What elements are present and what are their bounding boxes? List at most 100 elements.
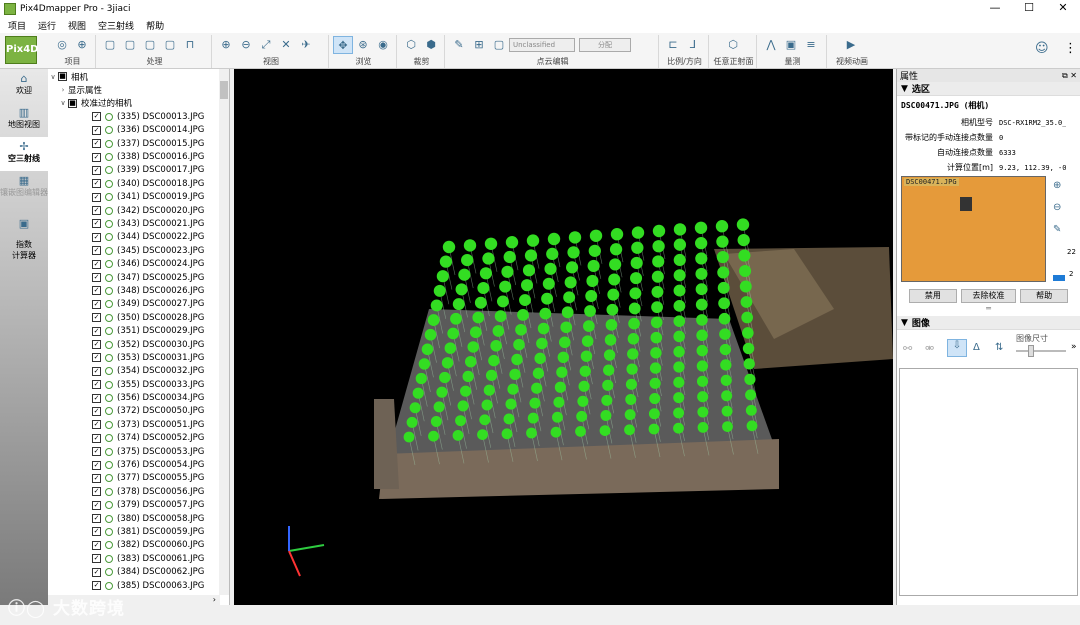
camera-sphere[interactable] — [452, 298, 465, 311]
checkbox-checked[interactable]: ✓ — [92, 273, 101, 283]
camera-sphere[interactable] — [433, 401, 445, 413]
camera-sphere[interactable] — [537, 322, 550, 335]
tree-camera-item[interactable]: ✓ (345) DSC00023.JPG — [48, 244, 229, 257]
image-size-slider-thumb[interactable] — [1028, 345, 1034, 357]
tree-camera-item[interactable]: ✓ (342) DSC00020.JPG — [48, 204, 229, 217]
checkbox-checked[interactable]: ✓ — [92, 487, 101, 497]
camera-sphere[interactable] — [721, 390, 733, 402]
camera-sphere[interactable] — [513, 338, 525, 351]
tree-camera-item[interactable]: ✓ (337) DSC00015.JPG — [48, 137, 229, 150]
camera-sphere[interactable] — [455, 283, 468, 296]
camera-sphere[interactable] — [587, 259, 600, 272]
camera-sphere[interactable] — [536, 337, 548, 350]
camera-sphere[interactable] — [583, 320, 595, 332]
camera-sphere[interactable] — [452, 430, 464, 441]
camera-sphere[interactable] — [412, 387, 424, 399]
camera-sphere[interactable] — [494, 310, 507, 323]
checkbox-checked[interactable]: ✓ — [92, 527, 101, 537]
selection-section-header[interactable]: ▼ 选区 — [897, 82, 1080, 96]
camera-sphere[interactable] — [673, 238, 687, 251]
camera-sphere[interactable] — [576, 410, 588, 422]
more-arrow-icon[interactable]: » — [1071, 342, 1077, 352]
checkbox-checked[interactable]: ✓ — [92, 299, 101, 309]
volume-icon[interactable]: ≡ — [801, 36, 821, 54]
tree-camera-item[interactable]: ✓ (348) DSC00026.JPG — [48, 284, 229, 297]
camera-sphere[interactable] — [718, 297, 731, 310]
camera-sphere[interactable] — [584, 305, 596, 317]
rayview-3d-viewport[interactable] — [234, 69, 893, 605]
assign-button[interactable]: 分配 — [579, 38, 631, 52]
camera-sphere[interactable] — [627, 333, 640, 345]
camera-sphere[interactable] — [625, 393, 637, 405]
camera-sphere[interactable] — [673, 284, 686, 297]
camera-sphere[interactable] — [560, 321, 573, 334]
tree-camera-item[interactable]: ✓ (353) DSC00031.JPG — [48, 351, 229, 364]
camera-sphere[interactable] — [631, 226, 645, 239]
camera-sphere[interactable] — [450, 312, 462, 325]
fit-selection-icon[interactable]: ✕ — [276, 36, 296, 54]
camera-sphere[interactable] — [509, 368, 521, 380]
camera-sphere[interactable] — [568, 231, 582, 244]
camera-sphere[interactable] — [499, 280, 512, 293]
checkbox-checked[interactable]: ✓ — [92, 340, 101, 349]
collapse-triangle-icon[interactable]: ▼ — [901, 84, 908, 94]
camera-sphere[interactable] — [524, 249, 538, 262]
checkbox-checked[interactable]: ✓ — [92, 567, 101, 577]
camera-sphere[interactable] — [566, 261, 579, 274]
camera-sphere[interactable] — [567, 246, 580, 259]
tree-camera-item[interactable]: ✓ (372) DSC00050.JPG — [48, 405, 229, 418]
camera-sphere[interactable] — [738, 249, 751, 262]
tree-camera-item[interactable]: ✓ (354) DSC00032.JPG — [48, 365, 229, 378]
camera-sphere[interactable] — [697, 422, 709, 433]
tree-camera-item[interactable]: ✓ (355) DSC00033.JPG — [48, 378, 229, 391]
camera-sphere[interactable] — [626, 363, 638, 375]
camera-sphere[interactable] — [501, 428, 513, 440]
camera-sphere[interactable] — [599, 425, 611, 436]
clip-edit-icon[interactable]: ⬢ — [421, 36, 441, 54]
camera-sphere[interactable] — [526, 427, 537, 439]
orthoplane-icon[interactable]: ⬡ — [723, 36, 743, 54]
camera-sphere[interactable] — [736, 218, 750, 231]
camera-sphere[interactable] — [588, 244, 601, 257]
collapse-arrow-icon[interactable]: › — [58, 86, 68, 94]
user-icon[interactable]: ☺ — [1035, 41, 1049, 56]
tree-camera-item[interactable]: ✓ (379) DSC00057.JPG — [48, 499, 229, 512]
tree-camera-item[interactable]: ✓ (344) DSC00022.JPG — [48, 231, 229, 244]
camera-sphere[interactable] — [519, 294, 531, 306]
camera-sphere[interactable] — [673, 315, 686, 327]
step2-icon[interactable]: ▢ — [120, 36, 140, 54]
menu-run[interactable]: 运行 — [32, 19, 62, 32]
camera-sphere[interactable] — [609, 243, 623, 256]
camera-sphere[interactable] — [501, 265, 514, 278]
camera-sphere[interactable] — [589, 229, 603, 242]
camera-sphere[interactable] — [505, 236, 519, 249]
camera-sphere[interactable] — [483, 384, 495, 396]
camera-sphere[interactable] — [673, 269, 686, 282]
brush-icon[interactable]: ✎ — [449, 36, 469, 54]
camera-sphere[interactable] — [511, 353, 523, 366]
camera-sphere[interactable] — [719, 328, 731, 340]
camera-sphere[interactable] — [462, 370, 474, 383]
class-select[interactable]: Unclassified — [509, 38, 575, 52]
camera-sphere[interactable] — [550, 426, 562, 438]
camera-sphere[interactable] — [695, 252, 708, 265]
tree-camera-item[interactable]: ✓ (347) DSC00025.JPG — [48, 271, 229, 284]
camera-sphere[interactable] — [481, 399, 493, 411]
tree-camera-item[interactable]: ✓ (346) DSC00024.JPG — [48, 257, 229, 270]
camera-sphere[interactable] — [557, 351, 570, 363]
tree-camera-item[interactable]: ✓ (382) DSC00060.JPG — [48, 539, 229, 552]
camera-sphere[interactable] — [648, 408, 660, 420]
camera-sphere[interactable] — [745, 389, 757, 401]
camera-sphere[interactable] — [741, 311, 753, 324]
camera-sphere[interactable] — [556, 366, 568, 378]
navigate-icon[interactable]: ✥ — [333, 36, 353, 54]
camera-sphere[interactable] — [716, 235, 729, 248]
tree-camera-item[interactable]: ✓ (376) DSC00054.JPG — [48, 458, 229, 471]
camera-sphere[interactable] — [585, 290, 598, 302]
camera-sphere[interactable] — [739, 280, 752, 293]
camera-sphere[interactable] — [461, 253, 474, 267]
camera-sphere[interactable] — [695, 267, 708, 280]
camera-sphere[interactable] — [649, 377, 661, 389]
camera-sphere[interactable] — [717, 281, 730, 294]
camera-sphere[interactable] — [467, 341, 479, 353]
